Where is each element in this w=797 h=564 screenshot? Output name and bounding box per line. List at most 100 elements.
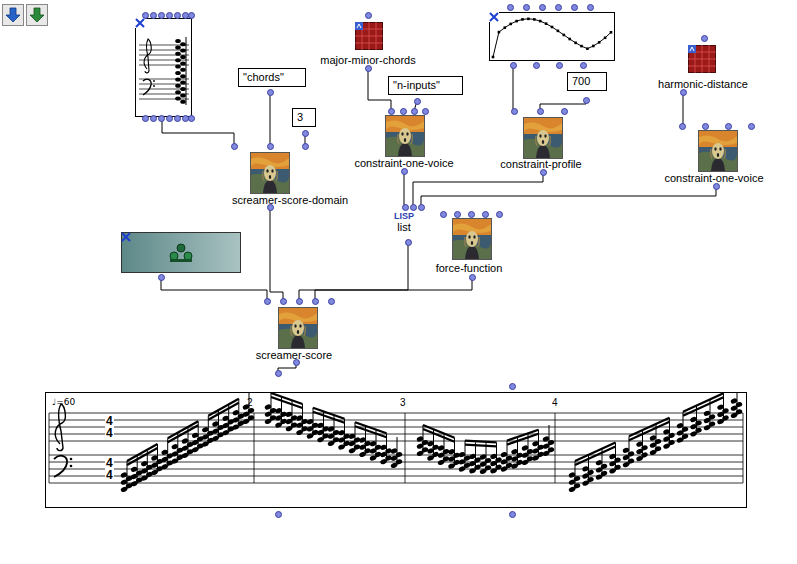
wire[interactable] — [270, 207, 283, 301]
connector-dot[interactable] — [275, 511, 282, 518]
connector-dot[interactable] — [174, 115, 181, 122]
function-box[interactable] — [452, 218, 492, 260]
connector-dot[interactable] — [142, 115, 149, 122]
connector-dot[interactable] — [454, 211, 461, 218]
connector-dot[interactable] — [679, 123, 686, 130]
connector-dot[interactable] — [365, 12, 372, 19]
connector-dot[interactable] — [587, 4, 594, 11]
connector-dot[interactable] — [540, 169, 547, 176]
constant-box[interactable]: "chords" — [238, 68, 306, 87]
constant-box[interactable]: "n-inputs" — [388, 76, 463, 95]
connector-dot[interactable] — [302, 143, 309, 150]
connector-dot[interactable] — [400, 108, 407, 115]
connector-dot[interactable] — [174, 12, 181, 19]
connector-dot[interactable] — [365, 65, 372, 72]
eval-all-button[interactable] — [26, 4, 48, 26]
connector-dot[interactable] — [150, 115, 157, 122]
connector-dot[interactable] — [401, 168, 408, 175]
connector-dot[interactable] — [158, 12, 165, 19]
lisp-list-box[interactable]: LISP list — [394, 211, 414, 233]
wire[interactable] — [404, 171, 405, 207]
wire[interactable] — [270, 92, 271, 146]
connector-dot[interactable] — [418, 204, 425, 211]
function-box[interactable] — [385, 115, 425, 157]
connector-dot[interactable] — [410, 204, 417, 211]
connector-dot[interactable] — [296, 298, 303, 305]
close-x-icon[interactable] — [489, 12, 499, 22]
connector-dot[interactable] — [267, 89, 274, 96]
connector-dot[interactable] — [523, 4, 530, 11]
connector-dot[interactable] — [509, 383, 516, 390]
chord-seq-box[interactable] — [135, 18, 192, 117]
connector-dot[interactable] — [142, 12, 149, 19]
connector-dot[interactable] — [537, 108, 544, 115]
bpf-box[interactable] — [489, 12, 615, 61]
patch-box[interactable] — [355, 22, 383, 50]
wire[interactable] — [683, 92, 684, 126]
connector-dot[interactable] — [725, 123, 732, 130]
connector-dot[interactable] — [507, 4, 514, 11]
wire[interactable] — [315, 277, 472, 301]
connector-dot[interactable] — [440, 211, 447, 218]
wire[interactable] — [421, 186, 716, 207]
wire[interactable] — [513, 65, 514, 111]
connector-dot[interactable] — [312, 298, 319, 305]
connector-dot[interactable] — [328, 298, 335, 305]
eval-down-button[interactable] — [2, 4, 24, 26]
maquette-box[interactable] — [121, 232, 241, 273]
connector-dot[interactable] — [388, 108, 395, 115]
connector-dot[interactable] — [293, 359, 300, 366]
connector-dot[interactable] — [468, 211, 475, 218]
function-box[interactable] — [523, 117, 563, 159]
connector-dot[interactable] — [267, 143, 274, 150]
connector-dot[interactable] — [188, 115, 195, 122]
connector-dot[interactable] — [511, 108, 518, 115]
connector-dot[interactable] — [702, 123, 709, 130]
connector-dot[interactable] — [264, 298, 271, 305]
connector-dot[interactable] — [561, 108, 568, 115]
connector-dot[interactable] — [701, 35, 708, 42]
connector-dot[interactable] — [280, 298, 287, 305]
score-box[interactable]: ♩=60 2 3 4 4 4 4 4 — [45, 392, 747, 508]
connector-dot[interactable] — [422, 108, 429, 115]
connector-dot[interactable] — [150, 12, 157, 19]
connector-dot[interactable] — [158, 115, 165, 122]
connector-dot[interactable] — [510, 62, 517, 69]
connector-dot[interactable] — [302, 130, 309, 137]
connector-dot[interactable] — [469, 274, 476, 281]
function-box[interactable] — [278, 307, 318, 349]
connector-dot[interactable] — [580, 62, 587, 69]
constant-box[interactable]: 3 — [292, 108, 316, 127]
wire[interactable] — [161, 277, 267, 301]
connector-dot[interactable] — [482, 211, 489, 218]
close-x-icon[interactable] — [121, 232, 131, 242]
wire[interactable] — [162, 118, 234, 146]
connector-dot[interactable] — [405, 239, 412, 246]
wire[interactable] — [413, 172, 543, 207]
connector-dot[interactable] — [166, 12, 173, 19]
connector-dot[interactable] — [267, 204, 274, 211]
patch-box[interactable] — [688, 45, 716, 73]
connector-dot[interactable] — [680, 89, 687, 96]
connector-dot[interactable] — [571, 4, 578, 11]
connector-dot[interactable] — [188, 12, 195, 19]
function-box[interactable] — [250, 152, 290, 194]
connector-dot[interactable] — [583, 97, 590, 104]
connector-dot[interactable] — [509, 511, 516, 518]
connector-dot[interactable] — [166, 115, 173, 122]
connector-dot[interactable] — [556, 62, 563, 69]
function-box[interactable] — [698, 130, 738, 172]
connector-dot[interactable] — [158, 274, 165, 281]
constant-box[interactable]: 700 — [567, 72, 607, 91]
connector-dot[interactable] — [496, 211, 503, 218]
connector-dot[interactable] — [748, 123, 755, 130]
connector-dot[interactable] — [713, 183, 720, 190]
connector-dot[interactable] — [533, 62, 540, 69]
connector-dot[interactable] — [414, 98, 421, 105]
connector-dot[interactable] — [275, 370, 282, 377]
close-x-icon[interactable] — [135, 18, 145, 28]
connector-dot[interactable] — [402, 204, 409, 211]
connector-dot[interactable] — [555, 4, 562, 11]
connector-dot[interactable] — [231, 143, 238, 150]
connector-dot[interactable] — [411, 108, 418, 115]
